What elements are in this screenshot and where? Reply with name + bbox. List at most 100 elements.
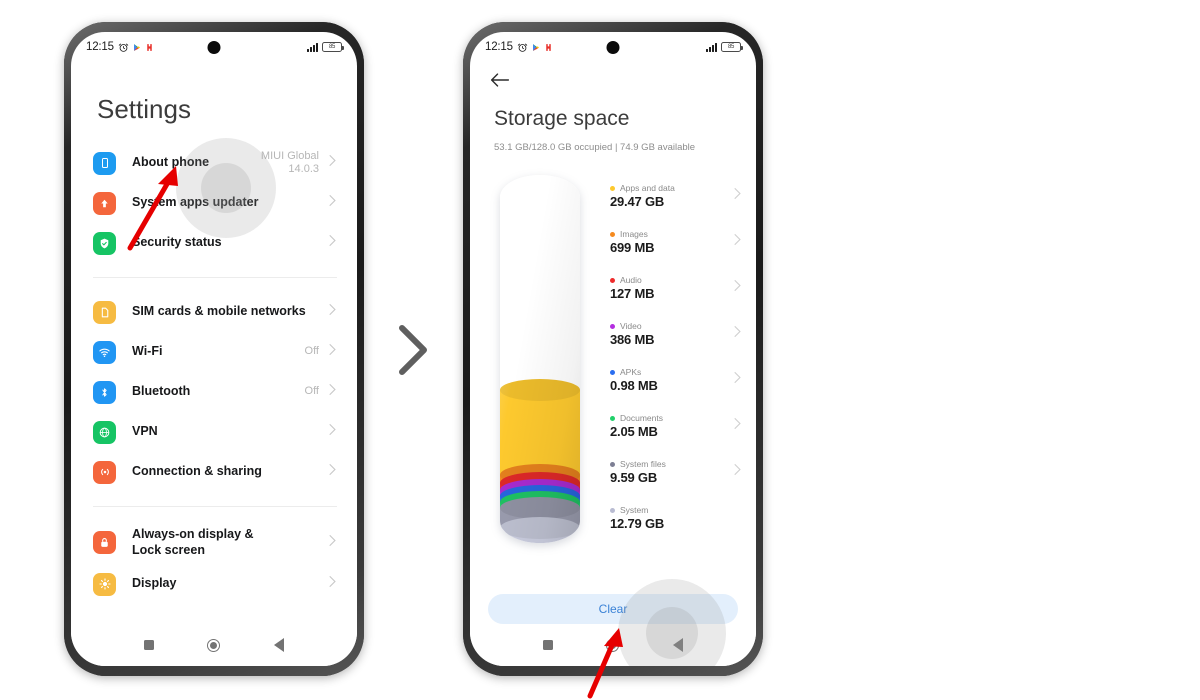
storage-category-header: Video bbox=[610, 321, 733, 331]
chevron-right-icon bbox=[733, 371, 742, 389]
storage-category-header: System bbox=[610, 505, 742, 515]
sidebar-item-label: Bluetooth bbox=[132, 384, 191, 399]
sidebar-item-label: Security status bbox=[132, 235, 222, 250]
chevron-right-icon bbox=[328, 423, 337, 441]
cylinder-segment bbox=[500, 175, 580, 392]
left-phone-settings-screen: 12:15 85 Settings About phone MIUI Globa… bbox=[64, 22, 364, 676]
chevron-right-icon bbox=[328, 463, 337, 481]
sidebar-item-wifi[interactable]: Wi-Fi Off bbox=[93, 332, 337, 372]
chevron-right-icon bbox=[328, 154, 337, 172]
sidebar-item-label: Connection & sharing bbox=[132, 464, 262, 479]
chevron-right-icon bbox=[328, 194, 337, 212]
chevron-right-icon bbox=[328, 383, 337, 401]
section-divider bbox=[93, 277, 337, 278]
vpn-globe-icon bbox=[93, 420, 116, 444]
storage-category-text: System files 9.59 GB bbox=[610, 459, 733, 485]
storage-category-row[interactable]: Audio 127 MB bbox=[610, 265, 742, 311]
back-triangle-icon[interactable] bbox=[673, 638, 684, 652]
storage-category-row[interactable]: System files 9.59 GB bbox=[610, 449, 742, 495]
chevron-right-icon bbox=[328, 534, 337, 552]
right-phone-storage-screen: 12:15 85 Storage space 53.1 GB/128.0 GB … bbox=[463, 22, 763, 676]
storage-category-header: APKs bbox=[610, 367, 733, 377]
storage-body: Apps and data 29.47 GB Images 699 MB Audio 12… bbox=[470, 153, 756, 543]
back-triangle-icon[interactable] bbox=[274, 638, 285, 652]
sidebar-item-label: VPN bbox=[132, 424, 158, 439]
storage-category-row[interactable]: APKs 0.98 MB bbox=[610, 357, 742, 403]
back-arrow-icon[interactable] bbox=[470, 62, 514, 93]
sidebar-item-vpn[interactable]: VPN bbox=[93, 412, 337, 452]
storage-category-header: Documents bbox=[610, 413, 733, 423]
category-color-dot-icon bbox=[610, 185, 615, 191]
category-color-dot-icon bbox=[610, 231, 615, 237]
android-navigation-bar bbox=[71, 624, 357, 666]
storage-category-header: Apps and data bbox=[610, 183, 733, 193]
section-divider bbox=[93, 506, 337, 507]
clear-button-bar: Clear bbox=[470, 594, 756, 624]
home-circle-icon[interactable] bbox=[606, 638, 620, 652]
sidebar-item-display[interactable]: Display bbox=[93, 564, 337, 604]
screenshot-stage: 12:15 85 Settings About phone MIUI Globa… bbox=[0, 0, 1200, 700]
page-title: Storage space bbox=[494, 107, 630, 130]
sidebar-item-label: Display bbox=[132, 576, 177, 591]
camera-punch-hole bbox=[606, 41, 620, 54]
red-app-icon bbox=[546, 43, 551, 51]
alarm-clock-icon bbox=[517, 43, 527, 52]
red-app-icon bbox=[147, 43, 152, 51]
chevron-right-icon bbox=[733, 233, 742, 251]
phone-screen: 12:15 bbox=[470, 32, 756, 666]
sidebar-item-label: Always-on display & Lock screen bbox=[132, 527, 254, 557]
sidebar-item-connection-sharing[interactable]: Connection & sharing bbox=[93, 452, 337, 492]
sidebar-item-system-apps-updater[interactable]: System apps updater bbox=[93, 183, 337, 223]
sim-card-icon bbox=[93, 300, 116, 324]
bluetooth-value: Off bbox=[304, 385, 319, 398]
storage-category-value: 2.05 MB bbox=[610, 424, 658, 439]
chevron-right-icon bbox=[733, 417, 742, 435]
storage-category-text: Images 699 MB bbox=[610, 229, 733, 255]
storage-category-value: 29.47 GB bbox=[610, 194, 665, 209]
category-color-dot-icon bbox=[610, 507, 615, 513]
home-circle-icon[interactable] bbox=[207, 638, 221, 652]
signal-bars-icon bbox=[706, 42, 717, 52]
storage-category-row: System 12.79 GB bbox=[610, 495, 742, 541]
storage-category-value: 127 MB bbox=[610, 286, 655, 301]
bluetooth-icon bbox=[93, 380, 116, 404]
storage-category-row[interactable]: Video 386 MB bbox=[610, 311, 742, 357]
storage-category-name: Apps and data bbox=[620, 183, 675, 193]
sidebar-item-label: SIM cards & mobile networks bbox=[132, 304, 306, 319]
chevron-right-icon bbox=[328, 343, 337, 361]
about-phone-icon bbox=[93, 151, 116, 175]
sidebar-item-about-phone[interactable]: About phone MIUI Global 14.0.3 bbox=[93, 143, 337, 183]
play-store-icon bbox=[133, 43, 140, 51]
chevron-right-icon bbox=[733, 187, 742, 205]
phone-screen: 12:15 bbox=[71, 32, 357, 666]
sidebar-item-sim-cards[interactable]: SIM cards & mobile networks bbox=[93, 292, 337, 332]
cylinder-segment-cap bbox=[500, 497, 580, 520]
chevron-right-icon bbox=[733, 325, 742, 343]
storage-summary: 53.1 GB/128.0 GB occupied | 74.9 GB avai… bbox=[494, 142, 696, 153]
chevron-right-icon bbox=[733, 279, 742, 297]
play-store-icon bbox=[532, 43, 539, 51]
storage-category-row[interactable]: Documents 2.05 MB bbox=[610, 403, 742, 449]
wifi-icon bbox=[93, 340, 116, 364]
status-bar-clock: 12:15 bbox=[86, 41, 114, 53]
battery-level: 85 bbox=[727, 44, 735, 50]
recents-square-icon[interactable] bbox=[542, 640, 553, 650]
page-title: Settings bbox=[97, 94, 191, 124]
recents-square-icon[interactable] bbox=[143, 640, 154, 650]
storage-category-row[interactable]: Apps and data 29.47 GB bbox=[610, 173, 742, 219]
storage-category-text: Video 386 MB bbox=[610, 321, 733, 347]
sidebar-item-always-on-display[interactable]: Always-on display & Lock screen bbox=[93, 521, 337, 564]
sidebar-item-security-status[interactable]: Security status bbox=[93, 223, 337, 263]
wifi-value: Off bbox=[304, 345, 319, 358]
storage-category-name: System files bbox=[620, 459, 666, 469]
storage-category-value: 0.98 MB bbox=[610, 378, 658, 393]
category-color-dot-icon bbox=[610, 323, 615, 329]
storage-category-list: Apps and data 29.47 GB Images 699 MB Audio 12… bbox=[610, 171, 756, 543]
signal-bars-icon bbox=[307, 42, 318, 52]
connection-sharing-icon bbox=[93, 460, 116, 484]
storage-category-value: 386 MB bbox=[610, 332, 655, 347]
storage-category-row[interactable]: Images 699 MB bbox=[610, 219, 742, 265]
clear-button[interactable]: Clear bbox=[488, 594, 738, 624]
storage-category-name: Audio bbox=[620, 275, 642, 285]
sidebar-item-bluetooth[interactable]: Bluetooth Off bbox=[93, 372, 337, 412]
